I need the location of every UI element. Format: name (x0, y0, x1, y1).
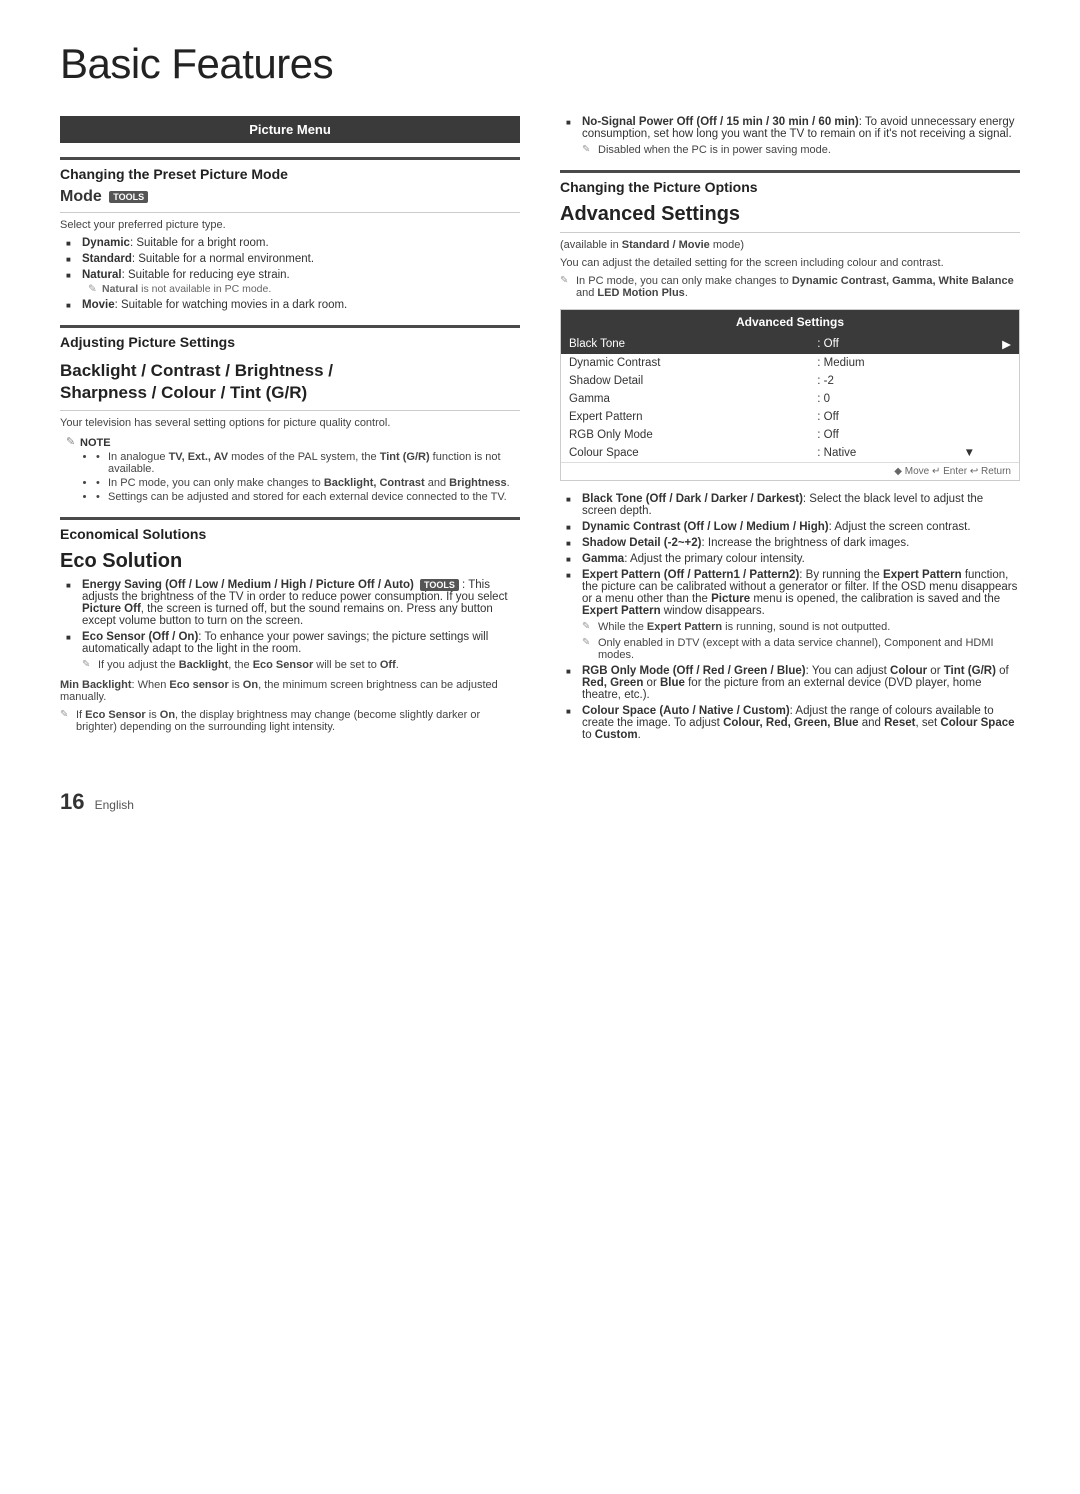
mode-item-standard: Standard: Suitable for a normal environm… (66, 253, 520, 265)
adv-row-expert-pattern: Expert Pattern : Off (561, 408, 1019, 426)
note-item-1: In analogue TV, Ext., AV modes of the PA… (96, 451, 520, 475)
advanced-settings-box: Advanced Settings Black Tone : Off ▶ Dyn… (560, 309, 1020, 481)
adv-bullet-shadow-detail: Shadow Detail (-2~+2): Increase the brig… (566, 537, 1020, 549)
adv-bullet-black-tone: Black Tone (Off / Dark / Darker / Darkes… (566, 493, 1020, 517)
mode-heading: Mode TOOLS (60, 188, 520, 206)
adv-label-colour-space: Colour Space (561, 444, 809, 462)
tools-badge: TOOLS (109, 191, 148, 203)
no-signal-list: No-Signal Power Off (Off / 15 min / 30 m… (560, 116, 1020, 156)
expert-pattern-note-2: Only enabled in DTV (except with a data … (582, 637, 1020, 661)
adv-row-rgb-only: RGB Only Mode : Off (561, 426, 1019, 444)
eco-list: Energy Saving (Off / Low / Medium / High… (60, 579, 520, 671)
page-number: 16 (60, 789, 84, 814)
adv-arrow-black-tone: ▶ (956, 334, 1019, 354)
section-adjusting: Adjusting Picture Settings (60, 325, 520, 350)
note-list: In analogue TV, Ext., AV modes of the PA… (80, 451, 520, 503)
advanced-bullet-list: Black Tone (Off / Dark / Darker / Darkes… (560, 493, 1020, 741)
note-item-3: Settings can be adjusted and stored for … (96, 491, 520, 503)
adv-label-gamma: Gamma (561, 390, 809, 408)
adv-row-dynamic-contrast: Dynamic Contrast : Medium (561, 354, 1019, 372)
no-signal-item: No-Signal Power Off (Off / 15 min / 30 m… (566, 116, 1020, 156)
left-column: Picture Menu Changing the Preset Picture… (60, 116, 520, 749)
page-title: Basic Features (60, 40, 1020, 88)
adv-row-colour-space: Colour Space : Native ▼ (561, 444, 1019, 462)
adv-row-shadow-detail: Shadow Detail : -2 (561, 372, 1019, 390)
page-number-block: 16 English (60, 789, 1020, 815)
note-item-2: In PC mode, you can only make changes to… (96, 477, 520, 489)
mode-item-natural: Natural: Suitable for reducing eye strai… (66, 269, 520, 295)
eco-item-sensor: Eco Sensor (Off / On): To enhance your p… (66, 631, 520, 671)
section-picture-options: Changing the Picture Options (560, 170, 1020, 195)
adv-row-gamma: Gamma : 0 (561, 390, 1019, 408)
adv-value-dynamic-contrast: : Medium (809, 354, 955, 372)
adv-bullet-colour-space: Colour Space (Auto / Native / Custom): A… (566, 705, 1020, 741)
mode-item-movie: Movie: Suitable for watching movies in a… (66, 299, 520, 311)
adv-bullet-expert-pattern: Expert Pattern (Off / Pattern1 / Pattern… (566, 569, 1020, 661)
right-column: No-Signal Power Off (Off / 15 min / 30 m… (560, 116, 1020, 749)
adv-bullet-gamma: Gamma: Adjust the primary colour intensi… (566, 553, 1020, 565)
adv-value-gamma: : 0 (809, 390, 955, 408)
adv-label-shadow-detail: Shadow Detail (561, 372, 809, 390)
picture-menu-header: Picture Menu (60, 116, 520, 143)
adv-bullet-dynamic-contrast: Dynamic Contrast (Off / Low / Medium / H… (566, 521, 1020, 533)
adv-value-black-tone: : Off (809, 334, 955, 354)
adv-value-shadow-detail: : -2 (809, 372, 955, 390)
adv-label-dynamic-contrast: Dynamic Contrast (561, 354, 809, 372)
backlight-desc: Your television has several setting opti… (60, 417, 520, 429)
adv-value-expert-pattern: : Off (809, 408, 955, 426)
mode-description: Select your preferred picture type. (60, 219, 520, 231)
mode-item-dynamic: Dynamic: Suitable for a bright room. (66, 237, 520, 249)
eco-sensor-note: If you adjust the Backlight, the Eco Sen… (82, 659, 520, 671)
backlight-title: Backlight / Contrast / Brightness /Sharp… (60, 360, 520, 404)
min-backlight-text: Min Backlight: When Eco sensor is On, th… (60, 679, 520, 703)
advanced-pc-note: In PC mode, you can only make changes to… (560, 275, 1020, 299)
adv-value-colour-space: : Native (809, 444, 955, 462)
adv-label-black-tone: Black Tone (561, 334, 809, 354)
eco-solution-title: Eco Solution (60, 550, 520, 573)
adv-footer: ◆ Move ↵ Enter ↩ Return (561, 462, 1019, 480)
tools-badge-eco: TOOLS (420, 579, 459, 591)
eco-item-energy: Energy Saving (Off / Low / Medium / High… (66, 579, 520, 627)
adv-label-expert-pattern: Expert Pattern (561, 408, 809, 426)
note-block: NOTE In analogue TV, Ext., AV modes of t… (66, 435, 520, 503)
no-signal-note: Disabled when the PC is in power saving … (582, 144, 1020, 156)
page-number-label: English (95, 798, 134, 812)
mode-list: Dynamic: Suitable for a bright room. Sta… (60, 237, 520, 311)
adv-value-rgb-only: : Off (809, 426, 955, 444)
eco-on-note: If Eco Sensor is On, the display brightn… (60, 709, 520, 733)
advanced-desc: You can adjust the detailed setting for … (560, 257, 1020, 269)
advanced-settings-box-header: Advanced Settings (561, 310, 1019, 334)
advanced-available: (available in Standard / Movie mode) (560, 239, 1020, 251)
natural-note: Natural is not available in PC mode. (102, 283, 520, 295)
advanced-settings-table: Black Tone : Off ▶ Dynamic Contrast : Me… (561, 334, 1019, 462)
adv-label-rgb-only: RGB Only Mode (561, 426, 809, 444)
adv-bullet-rgb-only: RGB Only Mode (Off / Red / Green / Blue)… (566, 665, 1020, 701)
advanced-settings-title: Advanced Settings (560, 203, 1020, 226)
expert-pattern-note-1: While the Expert Pattern is running, sou… (582, 621, 1020, 633)
section-economical: Economical Solutions (60, 517, 520, 542)
adv-row-black-tone: Black Tone : Off ▶ (561, 334, 1019, 354)
section-changing-preset: Changing the Preset Picture Mode (60, 157, 520, 182)
